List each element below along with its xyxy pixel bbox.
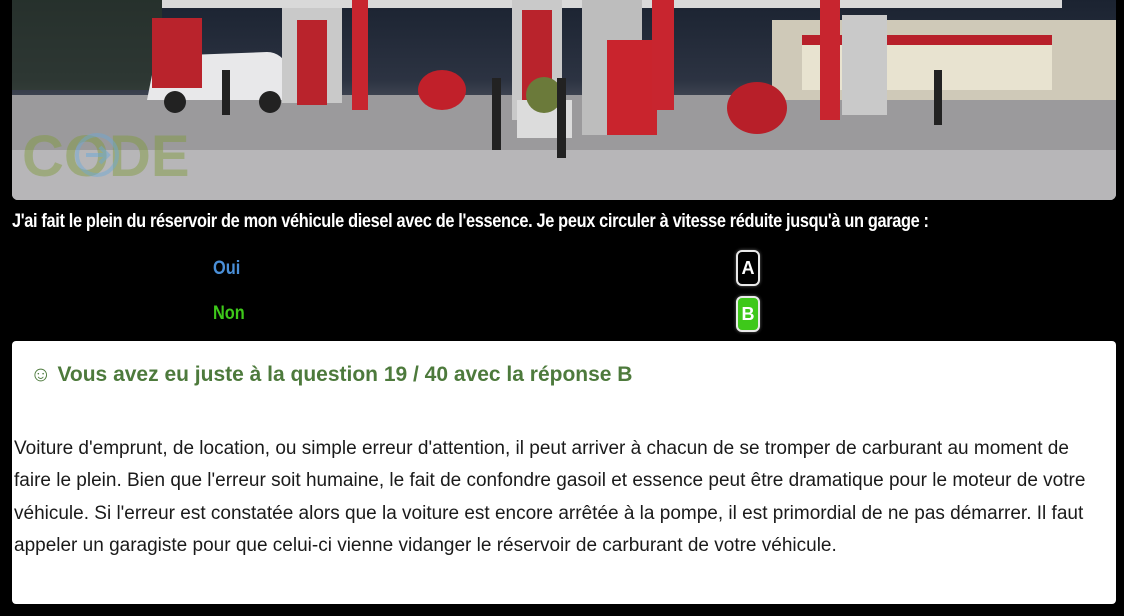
gas-station-illustration: CODE [12,0,1116,200]
question-image: CODE [12,0,1116,200]
smile-icon: ☺ [30,363,52,386]
answer-key-a-button[interactable]: A [736,250,760,286]
result-message: ☺ Vous avez eu juste à la question 19 / 4… [30,363,632,387]
question-text: J'ai fait le plein du réservoir de mon v… [12,211,929,232]
answer-key-b-button[interactable]: B [736,296,760,332]
result-panel: ☺ Vous avez eu juste à la question 19 / 4… [12,341,1116,604]
answer-option-a-label[interactable]: Oui [213,258,240,280]
explanation-text: Voiture d'emprunt, de location, ou simpl… [14,438,1086,556]
answer-option-b-label[interactable]: Non [213,303,245,325]
result-text: Vous avez eu juste à la question 19 / 40… [57,363,633,386]
